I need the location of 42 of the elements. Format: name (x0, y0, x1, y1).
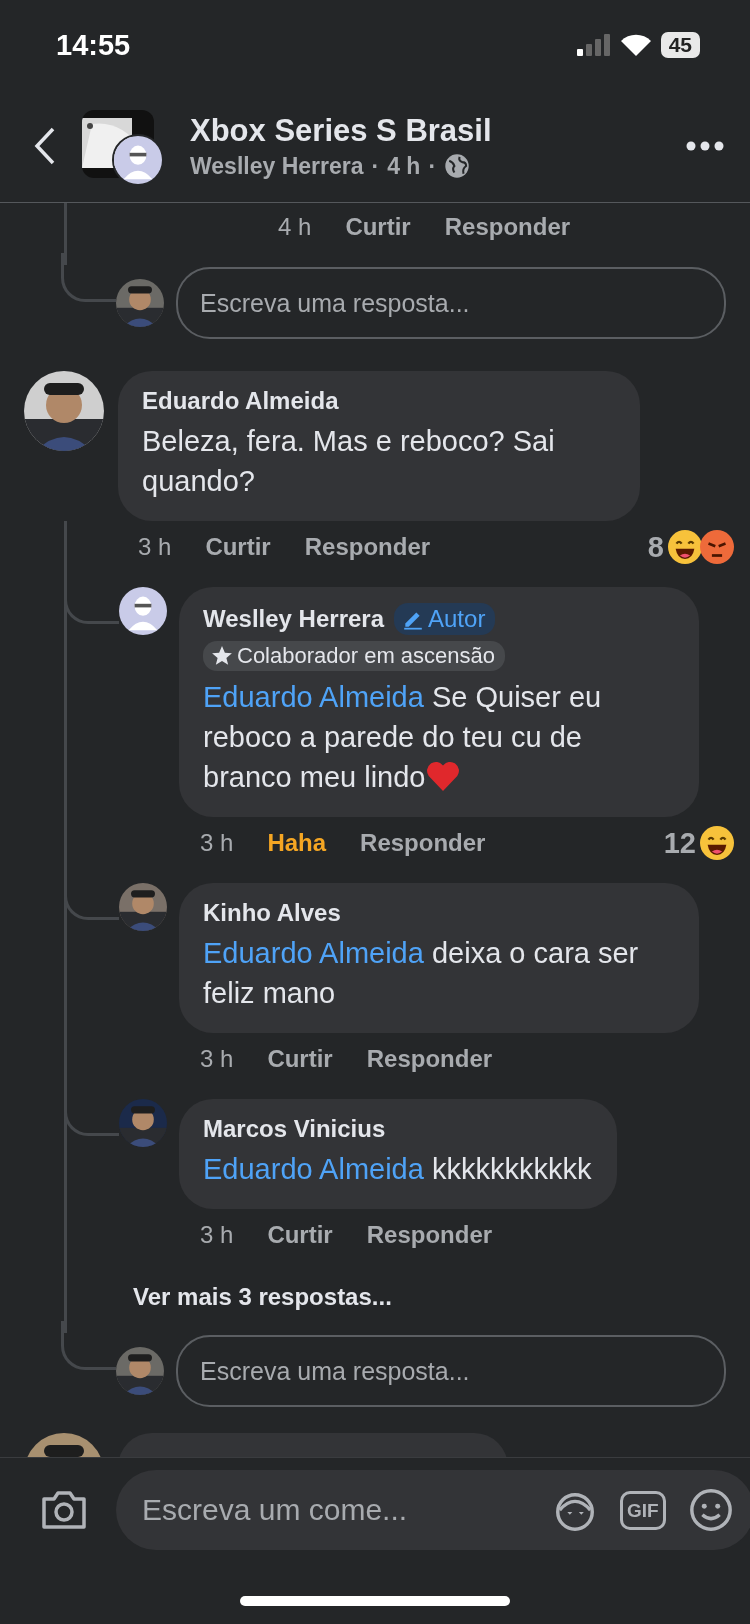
like-link[interactable]: Haha (267, 829, 327, 857)
comment-time: 3 h (200, 1045, 234, 1073)
post-time: 4 h (387, 152, 421, 180)
status-time: 14:55 (56, 28, 131, 62)
comment-field[interactable]: Escreva um come... GIF (116, 1470, 750, 1550)
reaction-count: 12 (663, 826, 696, 860)
battery-level: 45 (660, 32, 700, 58)
reply-text: Eduardo Almeida Se Quiser eu reboco a parede do teu cu de branco meu lindo (203, 680, 603, 795)
more-replies-link[interactable]: Ver mais 3 respostas... (67, 1261, 392, 1333)
post-author: Weslley Herrera (190, 152, 364, 180)
comment-time: 3 h (138, 533, 172, 561)
like-link[interactable]: Curtir (345, 213, 411, 241)
reply-link[interactable]: Responder (360, 829, 486, 857)
gif-button[interactable]: GIF (620, 1490, 666, 1530)
reply-input[interactable]: Escreva uma resposta... (176, 267, 726, 339)
reply-text: Eduardo Almeida kkkkkkkkkkk (203, 1152, 592, 1187)
comment-time: 3 h (200, 1221, 234, 1249)
reply-author: Kinho Alves (203, 899, 341, 927)
like-link[interactable]: Curtir (267, 1221, 333, 1249)
reply-input[interactable]: Escreva uma resposta... (176, 1335, 726, 1407)
reply-link[interactable]: Responder (366, 1045, 493, 1073)
mention-link[interactable]: Eduardo Almeida (203, 937, 424, 969)
separator-dot: · (428, 152, 437, 180)
reply-link[interactable]: Responder (304, 533, 431, 561)
reply-text: Eduardo Almeida deixa o cara ser feliz mano (203, 936, 640, 1011)
group-title: Xbox Series S Brasil (190, 112, 493, 149)
reply-link[interactable]: Responder (444, 213, 571, 241)
comment-author: Eduardo Almeida (142, 387, 340, 415)
comment-time: 4 h (278, 213, 312, 241)
separator-dot: · (371, 152, 380, 180)
author-badge: Autor (394, 603, 496, 635)
reply-author: Weslley Herrera (203, 605, 384, 633)
like-link[interactable]: Curtir (205, 533, 271, 561)
comment-time: 3 h (200, 829, 234, 857)
reply-author: Marcos Vinicius (203, 1115, 386, 1143)
mention-link[interactable]: Eduardo Almeida (203, 1153, 424, 1185)
reply-link[interactable]: Responder (366, 1221, 493, 1249)
mention-link[interactable]: Eduardo Almeida (203, 681, 424, 713)
rank-badge: Colaborador em ascensão (203, 641, 506, 671)
comment-text: Beleza, fera. Mas e reboco? Sai quando? (142, 424, 556, 499)
reaction-count: 8 (647, 530, 664, 564)
like-link[interactable]: Curtir (267, 1045, 333, 1073)
